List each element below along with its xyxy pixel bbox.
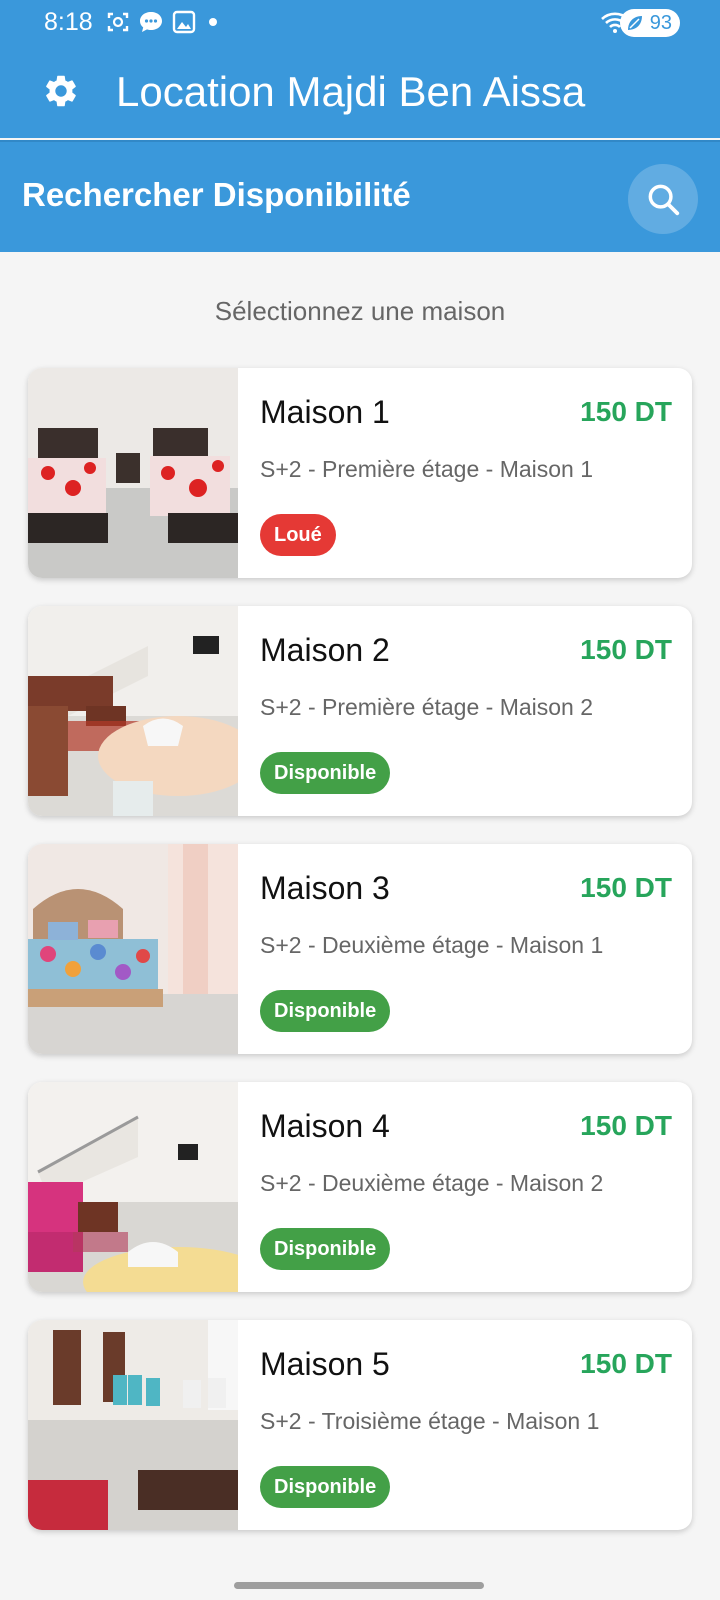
house-name: Maison 2 bbox=[260, 632, 390, 668]
search-header: Rechercher Disponibilité bbox=[0, 140, 720, 252]
search-icon bbox=[648, 184, 680, 216]
home-indicator[interactable] bbox=[234, 1582, 484, 1589]
image-icon bbox=[172, 10, 196, 34]
status-badge: Disponible bbox=[260, 1228, 391, 1270]
house-price: 150 DT bbox=[580, 634, 672, 665]
leaf-icon bbox=[627, 16, 642, 30]
house-price: 150 DT bbox=[580, 1110, 672, 1141]
house-card[interactable]: Maison 2 150 DT S+2 - Première étage - M… bbox=[28, 606, 692, 816]
house-price: 150 DT bbox=[580, 872, 672, 903]
house-price: 150 DT bbox=[580, 396, 672, 427]
house-name: Maison 5 bbox=[260, 1346, 390, 1382]
house-description: S+2 - Deuxième étage - Maison 2 bbox=[260, 1170, 604, 1196]
house-description: S+2 - Troisième étage - Maison 1 bbox=[260, 1408, 600, 1434]
status-badge: Disponible bbox=[260, 752, 391, 794]
status-badge: Disponible bbox=[260, 990, 391, 1032]
battery-icon: 93 bbox=[619, 9, 680, 37]
house-description: S+2 - Deuxième étage - Maison 1 bbox=[260, 932, 604, 958]
house-card[interactable]: Maison 1 150 DT S+2 - Première étage - M… bbox=[28, 368, 692, 578]
search-button[interactable] bbox=[628, 164, 698, 234]
house-card[interactable]: Maison 3 150 DT S+2 - Deuxième étage - M… bbox=[28, 844, 692, 1054]
house-name: Maison 4 bbox=[260, 1108, 390, 1144]
search-title: Rechercher Disponibilité bbox=[22, 176, 411, 213]
gear-icon[interactable] bbox=[42, 72, 80, 110]
battery-level: 93 bbox=[649, 12, 672, 34]
dot-icon bbox=[209, 18, 217, 26]
house-name: Maison 3 bbox=[260, 870, 390, 906]
house-card[interactable]: Maison 5 150 DT S+2 - Troisième étage - … bbox=[28, 1320, 692, 1530]
house-photo bbox=[28, 844, 238, 1054]
house-description: S+2 - Première étage - Maison 1 bbox=[260, 456, 594, 482]
house-price: 150 DT bbox=[580, 1348, 672, 1379]
house-photo bbox=[28, 606, 238, 816]
status-badge: Loué bbox=[260, 514, 336, 556]
house-card[interactable]: Maison 4 150 DT S+2 - Deuxième étage - M… bbox=[28, 1082, 692, 1292]
select-house-label: Sélectionnez une maison bbox=[214, 296, 506, 326]
app-bar: Location Majdi Ben Aissa bbox=[0, 46, 720, 138]
house-photo bbox=[28, 1082, 238, 1292]
house-photo bbox=[28, 1320, 238, 1530]
app-title: Location Majdi Ben Aissa bbox=[116, 68, 586, 115]
house-name: Maison 1 bbox=[260, 394, 390, 430]
house-photo bbox=[28, 368, 238, 578]
screenshot-icon bbox=[107, 12, 129, 32]
house-description: S+2 - Première étage - Maison 2 bbox=[260, 694, 594, 720]
chat-icon bbox=[140, 12, 162, 32]
status-time: 8:18 bbox=[44, 8, 93, 36]
status-badge: Disponible bbox=[260, 1466, 391, 1508]
status-bar: 8:18 93 bbox=[0, 0, 720, 46]
